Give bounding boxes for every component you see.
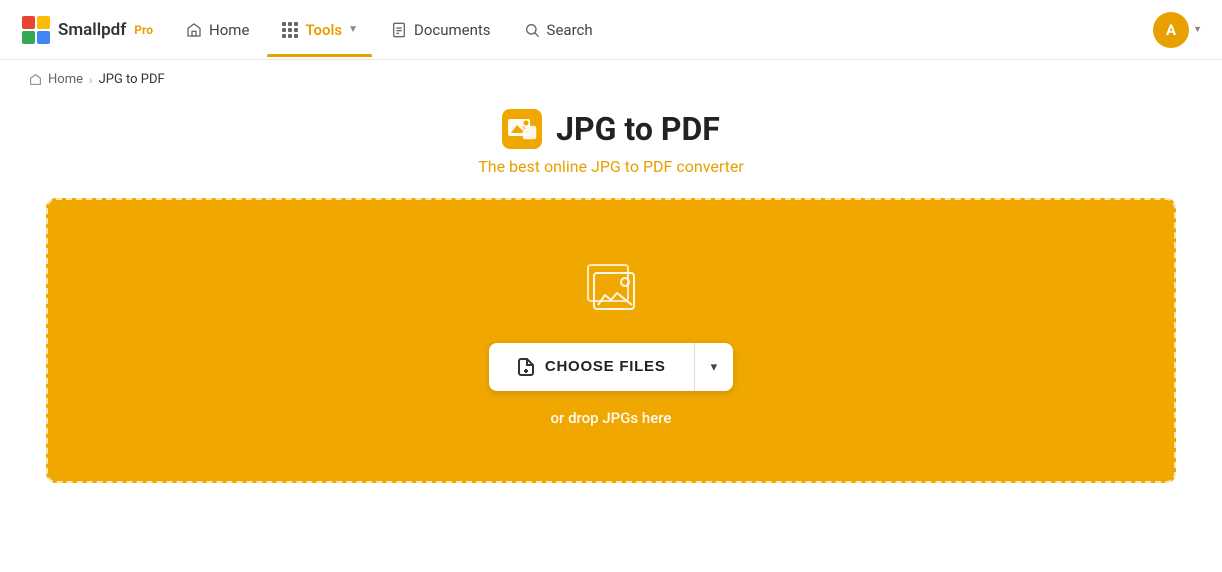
page-title-icon — [502, 109, 542, 149]
nav-items: Home Tools ▼ — [171, 13, 654, 47]
choose-files-row: CHOOSE FILES ▾ — [489, 343, 733, 391]
page-subtitle: The best online JPG to PDF converter — [478, 157, 744, 176]
nav-home[interactable]: Home — [171, 13, 263, 47]
tools-chevron-icon: ▼ — [348, 24, 358, 35]
nav-search-label: Search — [547, 21, 593, 39]
choose-files-label: CHOOSE FILES — [545, 358, 666, 375]
drop-hint: or drop JPGs here — [551, 409, 672, 427]
user-menu[interactable]: A ▼ — [1153, 12, 1202, 48]
nav-documents-label: Documents — [414, 21, 491, 39]
choose-files-button[interactable]: CHOOSE FILES — [489, 343, 695, 391]
grid-icon — [281, 21, 299, 39]
logo-text: Smallpdf — [58, 20, 126, 40]
breadcrumb-home[interactable]: Home — [48, 72, 83, 87]
page-title: JPG to PDF — [556, 110, 720, 148]
avatar[interactable]: A — [1153, 12, 1189, 48]
nav-tools-label: Tools — [305, 21, 342, 39]
breadcrumb-home-icon — [28, 73, 42, 87]
drop-zone[interactable]: CHOOSE FILES ▾ or drop JPGs here — [46, 198, 1176, 483]
page-title-row: JPG to PDF — [502, 109, 720, 149]
logo[interactable]: Smallpdf Pro — [20, 14, 153, 46]
avatar-initial: A — [1166, 21, 1176, 39]
navbar: Smallpdf Pro Home Tools ▼ — [0, 0, 1222, 60]
home-icon — [185, 21, 203, 39]
dropdown-chevron-icon: ▾ — [711, 359, 718, 375]
logo-pro-badge: Pro — [134, 23, 153, 37]
main-content: JPG to PDF The best online JPG to PDF co… — [0, 99, 1222, 503]
nav-home-label: Home — [209, 21, 249, 39]
choose-files-dropdown-button[interactable]: ▾ — [695, 343, 734, 391]
nav-tools[interactable]: Tools ▼ — [267, 13, 372, 47]
logo-icon — [20, 14, 52, 46]
document-icon — [390, 21, 408, 39]
breadcrumb-current: JPG to PDF — [99, 72, 165, 87]
breadcrumb: Home › JPG to PDF — [0, 60, 1222, 99]
nav-search[interactable]: Search — [509, 13, 607, 47]
avatar-chevron-icon: ▼ — [1193, 24, 1202, 35]
search-icon — [523, 21, 541, 39]
nav-documents[interactable]: Documents — [376, 13, 505, 47]
breadcrumb-separator: › — [89, 73, 93, 87]
drop-zone-icon — [576, 255, 646, 325]
choose-files-icon — [517, 357, 535, 377]
